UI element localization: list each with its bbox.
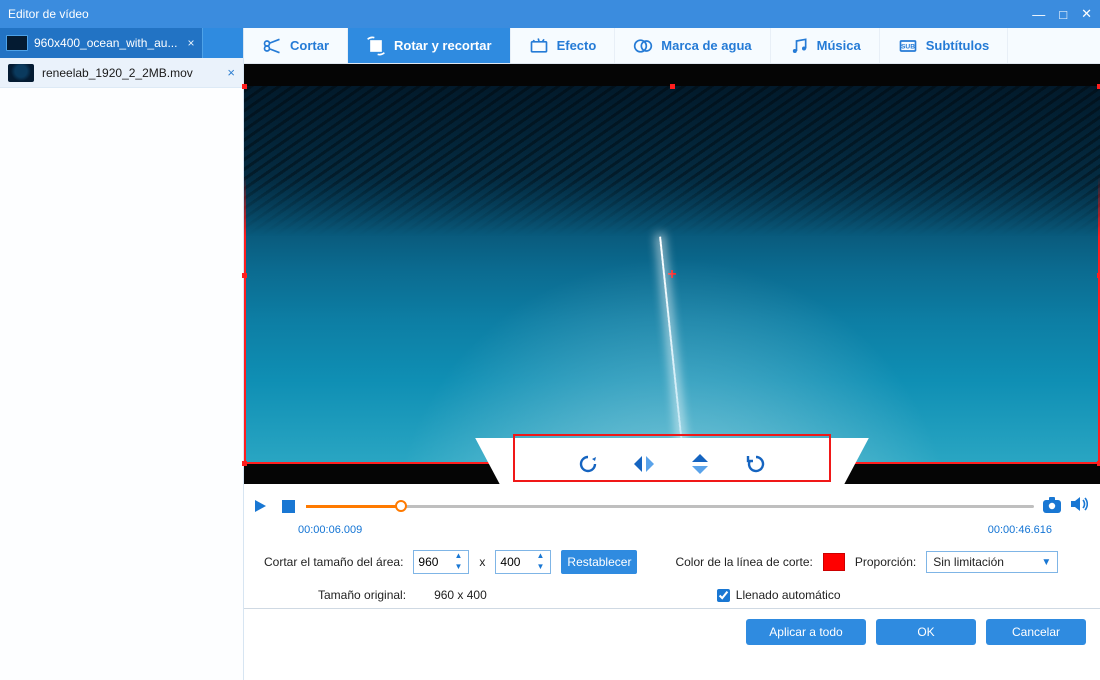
flip-horizontal-button[interactable] <box>618 440 670 488</box>
tool-tabs: Cortar Rotar y recortar Efecto Marca de … <box>244 28 1100 64</box>
volume-button[interactable] <box>1070 496 1090 516</box>
reset-rotate-button[interactable] <box>730 440 782 488</box>
tab-watermark[interactable]: Marca de agua <box>615 28 770 63</box>
tab-effect-label: Efecto <box>557 38 597 53</box>
ratio-select[interactable]: Sin limitación ▼ <box>926 551 1058 573</box>
tab-subtitles[interactable]: SUB Subtítulos <box>880 28 1009 63</box>
apply-all-button[interactable]: Aplicar a todo <box>746 619 866 645</box>
tab-rotate-crop[interactable]: Rotar y recortar <box>348 28 511 63</box>
crop-center-icon: + <box>667 266 676 284</box>
stop-button[interactable] <box>278 496 298 516</box>
file-sidebar: 960x400_ocean_with_au... × reneelab_1920… <box>0 28 244 680</box>
crop-height-input[interactable]: ▲▼ <box>495 550 551 574</box>
tab-music[interactable]: Música <box>771 28 880 63</box>
orig-size-value: 960 x 400 <box>434 588 487 602</box>
preview-area: + ⌄ <box>244 64 1100 484</box>
subtitles-icon: SUB <box>898 36 918 56</box>
crop-width-field[interactable] <box>414 555 450 569</box>
flip-horizontal-icon <box>631 452 657 476</box>
orig-size-label: Tamaño original: <box>318 588 406 602</box>
tab-rotate-label: Rotar y recortar <box>394 38 492 53</box>
file-item[interactable]: reneelab_1920_2_2MB.mov × <box>0 58 243 88</box>
reset-icon <box>744 452 768 476</box>
crop-height-field[interactable] <box>496 555 532 569</box>
tab-music-label: Música <box>817 38 861 53</box>
ratio-value: Sin limitación <box>933 555 1004 569</box>
total-time: 00:00:46.616 <box>988 524 1052 536</box>
spin-up-icon[interactable]: ▲ <box>532 551 548 562</box>
tab-cut-label: Cortar <box>290 38 329 53</box>
file-list: reneelab_1920_2_2MB.mov × <box>0 58 243 680</box>
tab-watermark-label: Marca de agua <box>661 38 751 53</box>
close-button[interactable]: ✕ <box>1081 6 1092 22</box>
crop-handle[interactable] <box>242 273 247 278</box>
autofill-checkbox[interactable]: Llenado automático <box>717 588 841 602</box>
rotate-cw-icon <box>576 452 600 476</box>
file-tab-close-icon[interactable]: × <box>187 36 194 50</box>
stop-icon <box>282 500 295 513</box>
cancel-button[interactable]: Cancelar <box>986 619 1086 645</box>
spin-up-icon[interactable]: ▲ <box>450 551 466 562</box>
tab-cut[interactable]: Cortar <box>244 28 348 63</box>
play-icon <box>252 498 268 514</box>
ratio-label: Proporción: <box>855 555 916 569</box>
autofill-label: Llenado automático <box>736 588 841 602</box>
ok-button[interactable]: OK <box>876 619 976 645</box>
volume-icon <box>1070 496 1088 512</box>
transport-bar <box>244 484 1100 524</box>
dim-separator: x <box>479 555 485 569</box>
effect-icon <box>529 36 549 56</box>
cut-color-swatch[interactable] <box>823 553 845 571</box>
file-tab-thumb <box>6 35 28 51</box>
current-time: 00:00:06.009 <box>298 524 362 536</box>
crop-handle[interactable] <box>670 84 675 89</box>
chevron-down-icon: ▼ <box>1041 557 1051 568</box>
tab-effect[interactable]: Efecto <box>511 28 616 63</box>
dialog-footer: Aplicar a todo OK Cancelar <box>244 608 1100 655</box>
spin-down-icon[interactable]: ▼ <box>450 562 466 573</box>
crop-frame[interactable]: + <box>244 86 1100 464</box>
file-item-thumb <box>8 64 34 82</box>
reset-crop-button[interactable]: Restablecer <box>561 550 637 574</box>
svg-text:SUB: SUB <box>901 43 915 50</box>
crop-handle[interactable] <box>242 84 247 89</box>
cut-color-label: Color de la línea de corte: <box>675 555 812 569</box>
window-title: Editor de vídeo <box>8 7 89 21</box>
autofill-check-input[interactable] <box>717 589 730 602</box>
minimize-button[interactable]: — <box>1032 7 1045 22</box>
tab-subtitles-label: Subtítulos <box>926 38 990 53</box>
file-tab-strip: 960x400_ocean_with_au... × <box>0 28 243 58</box>
scissors-icon <box>262 36 282 56</box>
camera-icon <box>1042 496 1062 514</box>
crop-rotate-icon <box>366 36 386 56</box>
spin-down-icon[interactable]: ▼ <box>532 562 548 573</box>
music-icon <box>789 36 809 56</box>
maximize-button[interactable]: □ <box>1059 7 1067 22</box>
crop-size-label: Cortar el tamaño del área: <box>264 555 403 569</box>
timecode-row: 00:00:06.009 00:00:46.616 <box>244 524 1100 536</box>
crop-settings: Cortar el tamaño del área: ▲▼ x ▲▼ Resta… <box>244 536 1100 608</box>
file-item-label: reneelab_1920_2_2MB.mov <box>42 66 193 80</box>
titlebar: Editor de vídeo — □ ✕ <box>0 0 1100 28</box>
rotate-cw-button[interactable] <box>562 440 614 488</box>
play-button[interactable] <box>250 496 270 516</box>
crop-width-input[interactable]: ▲▼ <box>413 550 469 574</box>
snapshot-button[interactable] <box>1042 496 1062 516</box>
timeline-slider[interactable] <box>306 496 1034 516</box>
flip-vertical-icon <box>688 451 712 477</box>
rotate-flip-toolbar: ⌄ <box>517 438 827 490</box>
flip-vertical-button[interactable] <box>674 440 726 488</box>
timeline-thumb[interactable] <box>395 500 407 512</box>
watermark-icon <box>633 36 653 56</box>
file-item-close-icon[interactable]: × <box>227 65 235 80</box>
crop-handle[interactable] <box>242 461 247 466</box>
file-tab-label: 960x400_ocean_with_au... <box>34 36 177 50</box>
file-tab-active[interactable]: 960x400_ocean_with_au... × <box>0 28 203 58</box>
